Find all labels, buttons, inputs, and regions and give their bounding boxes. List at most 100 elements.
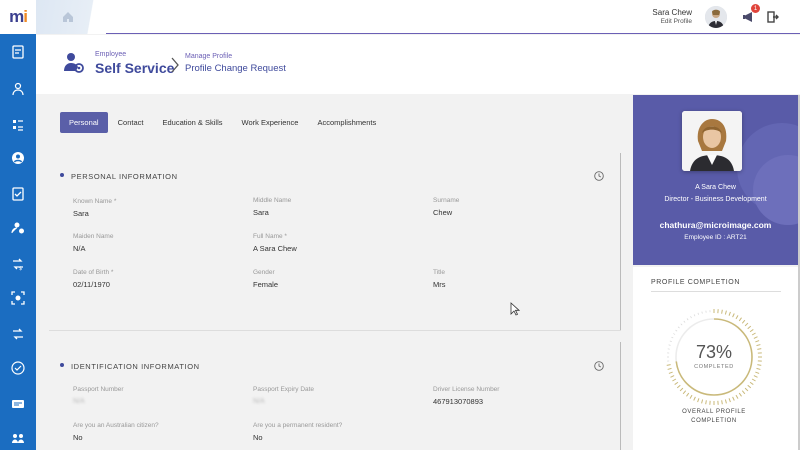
dob-value: 02/11/1970 xyxy=(73,280,110,289)
gauge-tick-complete xyxy=(697,398,700,403)
driver-license-value: 467913070893 xyxy=(433,397,484,406)
gauge-tick-complete xyxy=(735,394,739,399)
full-name-value: A Sara Chew xyxy=(253,244,297,253)
completion-percent: 73% xyxy=(695,342,733,362)
gauge-tick-remaining xyxy=(701,311,703,314)
self-service-icon xyxy=(61,50,87,76)
transfer-icon[interactable] xyxy=(10,326,26,342)
checklist-icon[interactable] xyxy=(10,186,26,202)
currency-exchange-icon[interactable]: $ xyxy=(10,256,26,272)
field-label: Middle Name xyxy=(253,197,292,204)
field-label: Known Name * xyxy=(73,198,117,205)
field-label: Are you a permanent resident? xyxy=(253,422,343,429)
gauge-tick-complete xyxy=(721,309,723,314)
passport-number-value: N/A xyxy=(73,398,85,405)
gender-value: Female xyxy=(253,280,279,289)
title-value: Mrs xyxy=(433,280,446,289)
history-clock-icon[interactable] xyxy=(594,358,604,371)
gauge-tick-complete xyxy=(751,332,756,336)
edit-profile-link[interactable]: Edit Profile xyxy=(661,18,692,25)
identification-section: IDENTIFICATION INFORMATION Passport Numb… xyxy=(49,342,621,450)
field-label: Are you an Australian citizen? xyxy=(73,422,159,429)
top-bar: Sara Chew Edit Profile xyxy=(36,0,800,34)
team-icon[interactable] xyxy=(10,430,26,446)
user-settings-icon[interactable] xyxy=(10,220,26,236)
gauge-tick-complete xyxy=(701,399,704,404)
gauge-tick-complete xyxy=(679,387,684,392)
gauge-tick-complete xyxy=(724,399,727,404)
gauge-tick-complete xyxy=(676,384,681,389)
field-label: Driver License Number xyxy=(433,386,500,393)
gauge-tick-remaining xyxy=(673,333,676,335)
breadcrumb-page[interactable]: Manage Profile xyxy=(185,53,232,60)
passport-expiry-value: N/A xyxy=(253,398,265,405)
tab-contact[interactable]: Contact xyxy=(109,112,153,133)
gauge-tick-complete xyxy=(668,371,673,374)
user-profile-icon[interactable] xyxy=(10,150,26,166)
gauge-tick-complete xyxy=(732,396,735,401)
section-bullet xyxy=(60,363,64,367)
profile-photo[interactable] xyxy=(682,111,742,171)
field-label: Maiden Name xyxy=(73,233,114,240)
profile-name: A Sara Chew xyxy=(695,184,736,191)
user-name: Sara Chew xyxy=(652,8,692,17)
profile-email[interactable]: chathura@microimage.com xyxy=(633,220,798,230)
gauge-tick-remaining xyxy=(697,312,699,315)
avatar[interactable] xyxy=(705,6,727,28)
gauge-tick-complete xyxy=(728,311,731,316)
australian-citizen-value: No xyxy=(73,433,83,442)
gauge-tick-complete xyxy=(738,392,742,397)
gauge-tick-complete xyxy=(747,384,752,389)
handshake-icon[interactable] xyxy=(10,360,26,376)
gauge-tick-remaining xyxy=(693,314,696,317)
home-tab[interactable] xyxy=(36,0,106,34)
gauge-tick-complete xyxy=(728,398,731,403)
completion-title: PROFILE COMPLETION xyxy=(651,279,740,286)
gauge-tick-complete xyxy=(721,400,723,405)
profile-completion-card: PROFILE COMPLETION 73% COMPLETED OVERALL… xyxy=(633,267,798,450)
scan-user-icon[interactable] xyxy=(10,290,26,306)
logo-m: m xyxy=(9,7,24,26)
gauge-tick-complete xyxy=(732,313,735,318)
gauge-tick-complete xyxy=(753,375,758,378)
tab-accomplishments[interactable]: Accomplishments xyxy=(308,112,385,133)
gauge-tick-complete xyxy=(672,378,677,382)
gauge-tick-complete xyxy=(749,329,754,333)
mouse-cursor-icon xyxy=(510,302,521,316)
section-divider xyxy=(49,330,621,331)
app-logo[interactable]: mi xyxy=(0,0,36,34)
field-label: Date of Birth * xyxy=(73,269,114,276)
gauge-tick-complete xyxy=(689,394,693,399)
announcement-icon[interactable] xyxy=(10,396,26,412)
gauge-tick-complete xyxy=(738,317,742,322)
completion-caption: OVERALL PROFILE COMPLETION xyxy=(682,409,746,424)
chevron-right-icon xyxy=(170,57,180,73)
tab-personal[interactable]: Personal xyxy=(60,112,108,133)
field-label: Passport Number xyxy=(73,386,124,393)
field-label: Passport Expiry Date xyxy=(253,386,315,393)
tab-work-experience[interactable]: Work Experience xyxy=(233,112,308,133)
notification-badge: 1 xyxy=(751,4,760,13)
gauge-tick-complete xyxy=(751,378,756,382)
middle-name-value: Sara xyxy=(253,208,269,217)
gauge-tick-remaining xyxy=(675,329,678,332)
sidebar: mi $ xyxy=(0,0,36,450)
breadcrumb-section[interactable]: Employee xyxy=(95,51,126,58)
gauge-tick-remaining xyxy=(690,316,692,319)
org-chart-icon[interactable] xyxy=(10,81,26,97)
history-clock-icon[interactable] xyxy=(594,168,604,181)
gauge-tick-complete xyxy=(753,336,758,339)
gauge-tick-complete xyxy=(682,390,687,395)
tab-education-skills[interactable]: Education & Skills xyxy=(153,112,231,133)
employee-id: Employee ID : ART21 xyxy=(684,234,747,241)
gauge-tick-complete xyxy=(741,390,746,395)
gauge-tick-remaining xyxy=(683,320,686,323)
edit-document-icon[interactable] xyxy=(10,44,26,60)
permanent-resident-value: No xyxy=(253,433,263,442)
page-header: Employee Self Service Manage Profile Pro… xyxy=(36,35,800,94)
gauge-tick-complete xyxy=(686,392,690,397)
surname-value: Chew xyxy=(433,208,453,217)
logout-icon[interactable] xyxy=(767,10,779,23)
breadcrumb-section-title[interactable]: Self Service xyxy=(95,60,174,76)
list-tasks-icon[interactable] xyxy=(10,117,26,133)
